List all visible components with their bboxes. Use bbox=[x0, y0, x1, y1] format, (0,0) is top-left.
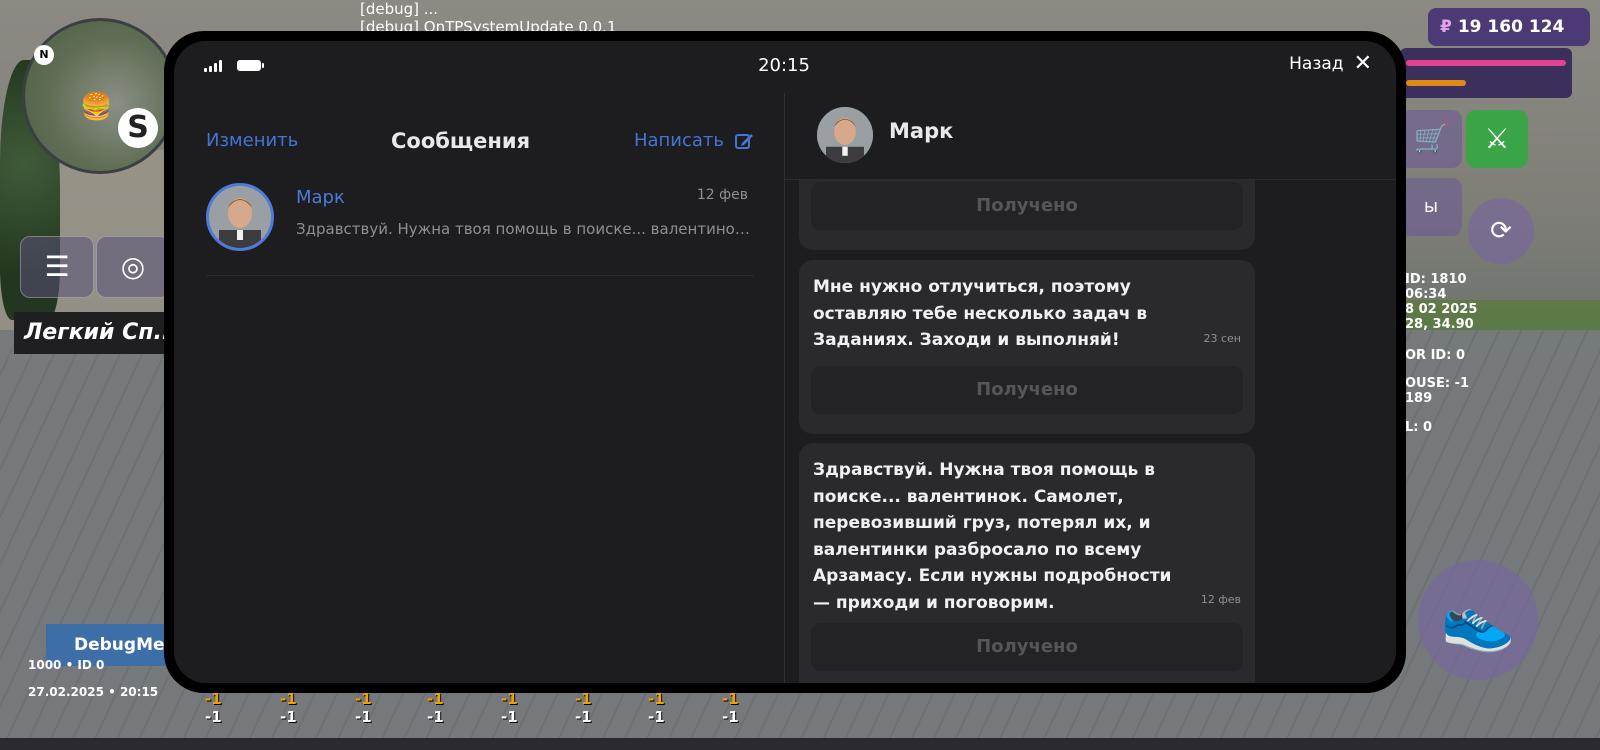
chat-contact-name: Марк bbox=[889, 119, 954, 143]
message-text: Здравствуй. Нужна твоя помощь в поиске..… bbox=[813, 460, 1172, 613]
s-marker-icon: S bbox=[118, 108, 158, 148]
debug-stats: OR ID: 0 bbox=[1405, 348, 1465, 363]
bottom-strip bbox=[0, 738, 1600, 750]
ruble-icon: ₽ bbox=[1440, 17, 1452, 37]
edit-button[interactable]: Изменить bbox=[206, 121, 298, 161]
message-text: Мне нужно отлучиться, поэтому оставляю т… bbox=[813, 277, 1148, 350]
burger-icon: 🍔 bbox=[80, 92, 113, 122]
compose-icon bbox=[735, 134, 753, 149]
graffiti-label: Легкий Сп... bbox=[14, 312, 184, 354]
message-bubble: Получено bbox=[799, 180, 1255, 250]
message-list[interactable]: Получено Мне нужно отлучиться, поэтому о… bbox=[785, 180, 1396, 683]
cart-icon[interactable]: 🛒 bbox=[1400, 110, 1462, 168]
debug-line: [debug] ... bbox=[360, 0, 439, 18]
message-bubble: Здравствуй. Нужна твоя помощь в поиске..… bbox=[799, 443, 1255, 683]
message-time: 23 сен bbox=[1203, 332, 1241, 345]
write-button[interactable]: Написать bbox=[634, 121, 754, 161]
debug-cell: -1 bbox=[427, 708, 444, 726]
lifebuoy-icon[interactable]: ◎ bbox=[96, 236, 170, 298]
back-label: Назад bbox=[1289, 54, 1344, 74]
debug-datetime: 27.02.2025 • 20:15 bbox=[28, 685, 159, 699]
money-display: ₽19 160 124 bbox=[1428, 8, 1590, 46]
debug-cell: -1 bbox=[722, 708, 739, 726]
avatar bbox=[206, 183, 274, 251]
debug-stats: OUSE: -1 189 bbox=[1405, 376, 1470, 406]
status-time: 20:15 bbox=[758, 55, 810, 76]
page-title: Сообщения bbox=[391, 129, 531, 153]
conversation-name: Марк bbox=[296, 187, 345, 208]
messages-list-pane: Изменить Сообщения Написать Марк 12 фев … bbox=[174, 93, 784, 683]
messages-list-header: Изменить Сообщения Написать bbox=[206, 121, 754, 161]
received-button[interactable]: Получено bbox=[811, 182, 1243, 230]
debug-cell: -1 bbox=[280, 708, 297, 726]
chat-header: Марк bbox=[785, 93, 1396, 180]
weapon-icon[interactable]: ⚔ bbox=[1466, 110, 1528, 168]
phone-screen: 20:15 Назад ✕ Изменить Сообщения Написат… bbox=[174, 41, 1396, 683]
back-button[interactable]: Назад ✕ bbox=[1289, 53, 1372, 75]
health-bars bbox=[1400, 48, 1572, 98]
phone-frame: 20:15 Назад ✕ Изменить Сообщения Написат… bbox=[164, 31, 1406, 693]
write-label: Написать bbox=[633, 130, 724, 151]
status-bar: 20:15 Назад ✕ bbox=[174, 41, 1396, 93]
debug-cell: -1 bbox=[575, 708, 592, 726]
hunger-bar bbox=[1406, 80, 1466, 86]
debug-cell: -1 bbox=[355, 708, 372, 726]
conversation-item[interactable]: Марк 12 фев Здравствуй. Нужна твоя помощ… bbox=[206, 183, 754, 276]
close-icon[interactable]: ✕ bbox=[1354, 53, 1372, 75]
battery-icon bbox=[237, 60, 264, 71]
debug-stats: L: 0 bbox=[1405, 420, 1433, 435]
debug-cell: -1 bbox=[648, 708, 665, 726]
money-value: 19 160 124 bbox=[1457, 17, 1565, 37]
chat-pane: Марк Получено Мне нужно отлучиться, поэт… bbox=[785, 93, 1396, 683]
debug-cell: -1 bbox=[205, 708, 222, 726]
hud-button-fragment[interactable]: ы bbox=[1400, 178, 1462, 236]
north-icon: N bbox=[34, 45, 54, 65]
conversation-date: 12 фев bbox=[696, 187, 748, 203]
avatar[interactable] bbox=[817, 107, 873, 163]
debug-cell: -1 bbox=[501, 708, 518, 726]
health-bar bbox=[1406, 60, 1566, 66]
menu-icon[interactable]: ☰ bbox=[20, 236, 94, 298]
conversation-preview: Здравствуй. Нужна твоя помощь в поиске..… bbox=[296, 220, 752, 238]
received-button[interactable]: Получено bbox=[811, 366, 1243, 414]
debug-info: 1000 • ID 0 bbox=[28, 658, 105, 672]
message-bubble: Мне нужно отлучиться, поэтому оставляю т… bbox=[799, 260, 1255, 434]
received-button[interactable]: Получено bbox=[811, 623, 1243, 671]
camera-icon[interactable]: ⟳ bbox=[1468, 198, 1534, 264]
message-time: 12 фев bbox=[1200, 593, 1241, 606]
debug-stats: ID: 1810 06:34 8 02 2025 28, 34.90 bbox=[1405, 272, 1478, 332]
sneaker-icon[interactable]: 👟 bbox=[1418, 560, 1538, 680]
